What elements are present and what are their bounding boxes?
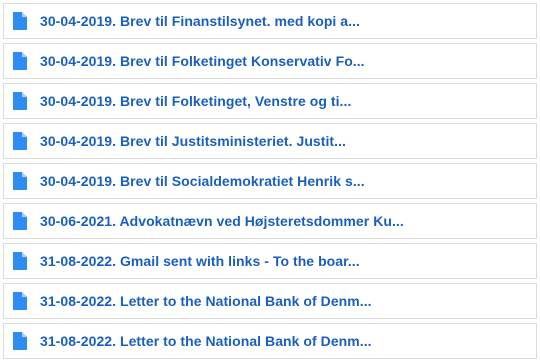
document-icon [12, 251, 28, 271]
document-icon [12, 171, 28, 191]
file-link[interactable]: 31-08-2022. Letter to the National Bank … [40, 333, 372, 349]
document-icon [12, 91, 28, 111]
file-row[interactable]: 30-04-2019. Brev til Folketinget Konserv… [3, 43, 537, 79]
file-row[interactable]: 30-06-2021. Advokatnævn ved Højsteretsdo… [3, 203, 537, 239]
file-row[interactable]: 30-04-2019. Brev til Folketinget, Venstr… [3, 83, 537, 119]
file-list: 30-04-2019. Brev til Finanstilsynet. med… [0, 0, 540, 363]
document-icon [12, 131, 28, 151]
file-link[interactable]: 30-06-2021. Advokatnævn ved Højsteretsdo… [40, 213, 404, 229]
file-row[interactable]: 31-08-2022. Gmail sent with links - To t… [3, 243, 537, 279]
document-icon [12, 211, 28, 231]
file-link[interactable]: 31-08-2022. Letter to the National Bank … [40, 293, 372, 309]
file-link[interactable]: 30-04-2019. Brev til Folketinget, Venstr… [40, 93, 351, 109]
file-row[interactable]: 30-04-2019. Brev til Socialdemokratiet H… [3, 163, 537, 199]
file-row[interactable]: 30-04-2019. Brev til Finanstilsynet. med… [3, 3, 537, 39]
file-row[interactable]: 30-04-2019. Brev til Justitsministeriet.… [3, 123, 537, 159]
document-icon [12, 11, 28, 31]
file-link[interactable]: 30-04-2019. Brev til Justitsministeriet.… [40, 133, 346, 149]
file-link[interactable]: 30-04-2019. Brev til Socialdemokratiet H… [40, 173, 365, 189]
file-row[interactable]: 31-08-2022. Letter to the National Bank … [3, 283, 537, 319]
file-link[interactable]: 31-08-2022. Gmail sent with links - To t… [40, 253, 360, 269]
document-icon [12, 291, 28, 311]
document-icon [12, 331, 28, 351]
file-row[interactable]: 31-08-2022. Letter to the National Bank … [3, 323, 537, 359]
file-link[interactable]: 30-04-2019. Brev til Finanstilsynet. med… [40, 13, 360, 29]
file-link[interactable]: 30-04-2019. Brev til Folketinget Konserv… [40, 53, 365, 69]
document-icon [12, 51, 28, 71]
